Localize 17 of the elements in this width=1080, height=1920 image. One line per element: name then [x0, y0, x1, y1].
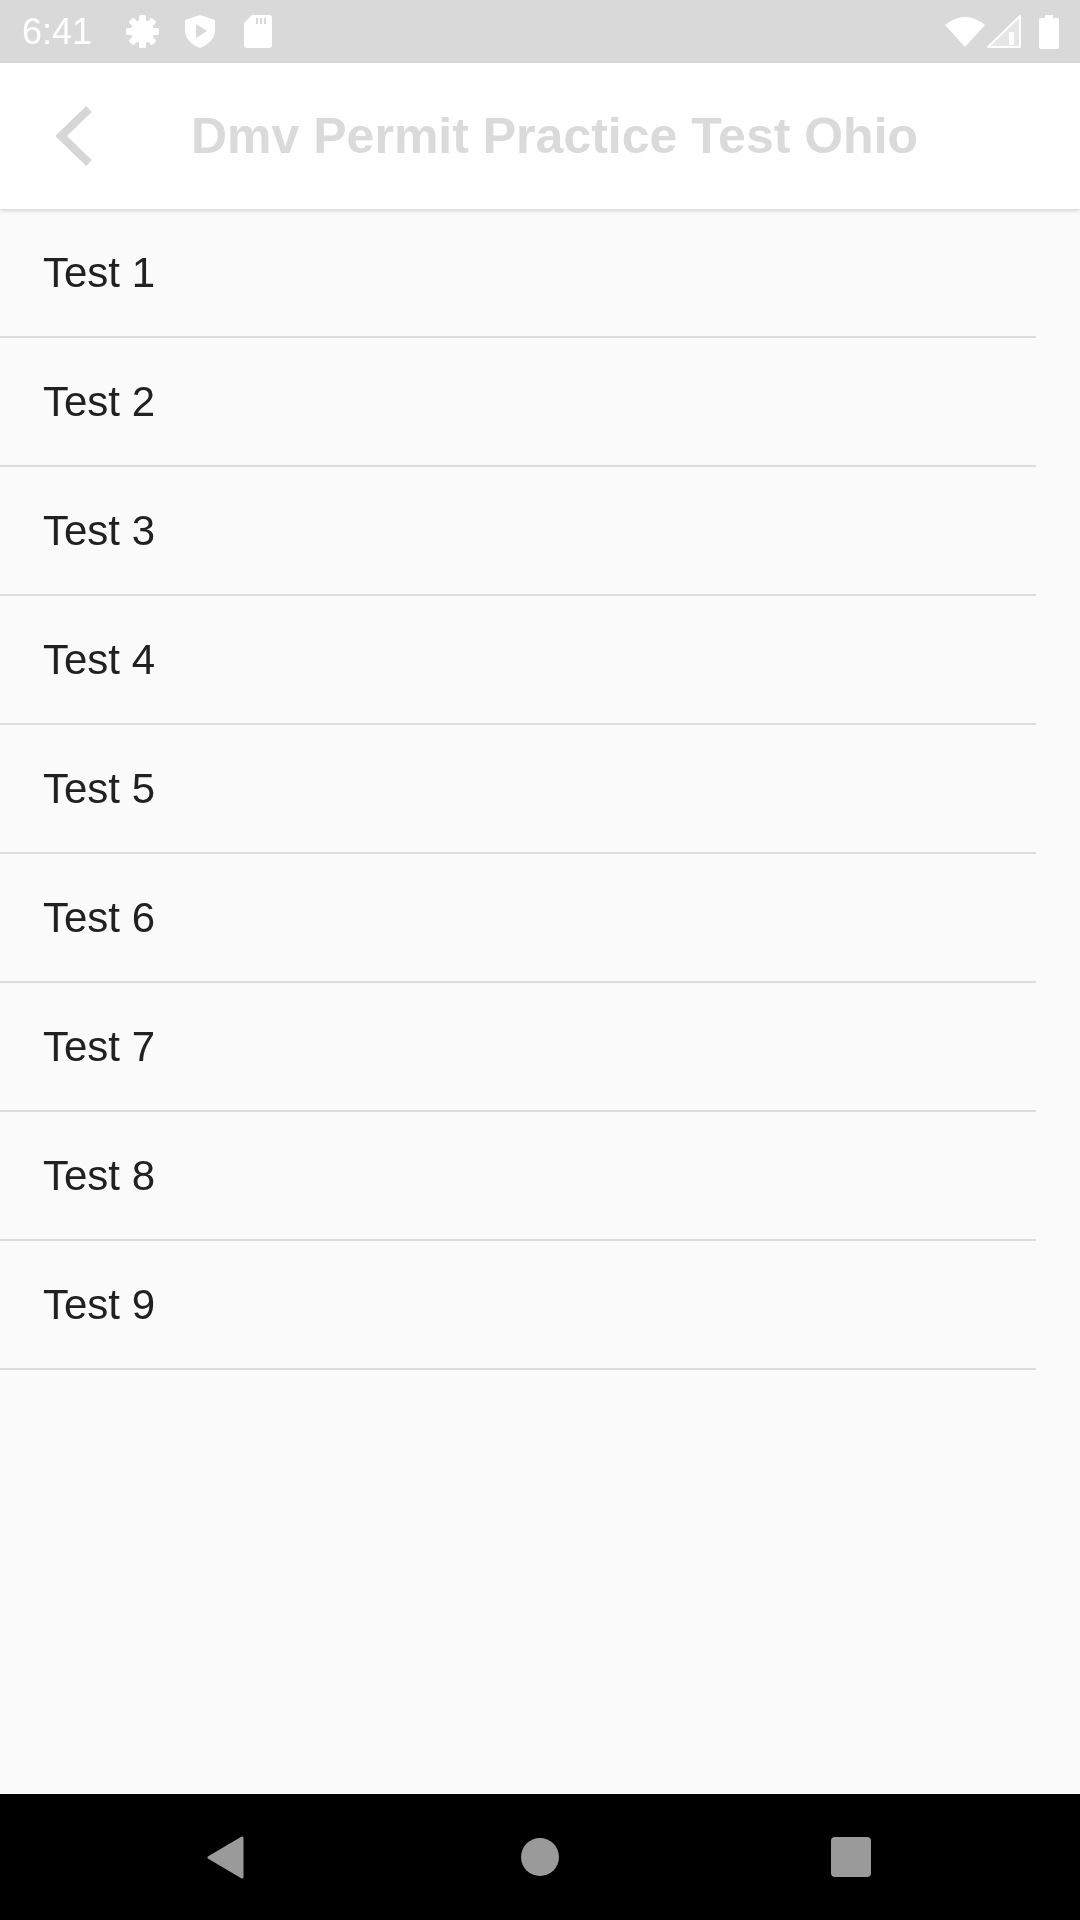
- test-list-item[interactable]: Test 6: [0, 854, 1036, 983]
- test-list-item[interactable]: Test 1: [0, 209, 1036, 338]
- signal-icon: [987, 15, 1021, 48]
- test-list-item[interactable]: Test 2: [0, 338, 1036, 467]
- test-list-item[interactable]: Test 5: [0, 725, 1036, 854]
- test-list-item[interactable]: Test 4: [0, 596, 1036, 725]
- test-list-item[interactable]: Test 8: [0, 1112, 1036, 1241]
- battery-icon: [1039, 14, 1059, 49]
- test-list-item[interactable]: Test 9: [0, 1241, 1036, 1370]
- shield-play-icon: [185, 15, 216, 48]
- nav-back-icon[interactable]: [207, 1835, 244, 1879]
- gear-icon: [126, 15, 160, 48]
- test-list-item[interactable]: Test 7: [0, 983, 1036, 1112]
- wifi-icon: [945, 16, 985, 47]
- nav-home-icon[interactable]: [521, 1838, 559, 1876]
- sd-card-icon: [244, 15, 273, 48]
- test-list-item[interactable]: Test 3: [0, 467, 1036, 596]
